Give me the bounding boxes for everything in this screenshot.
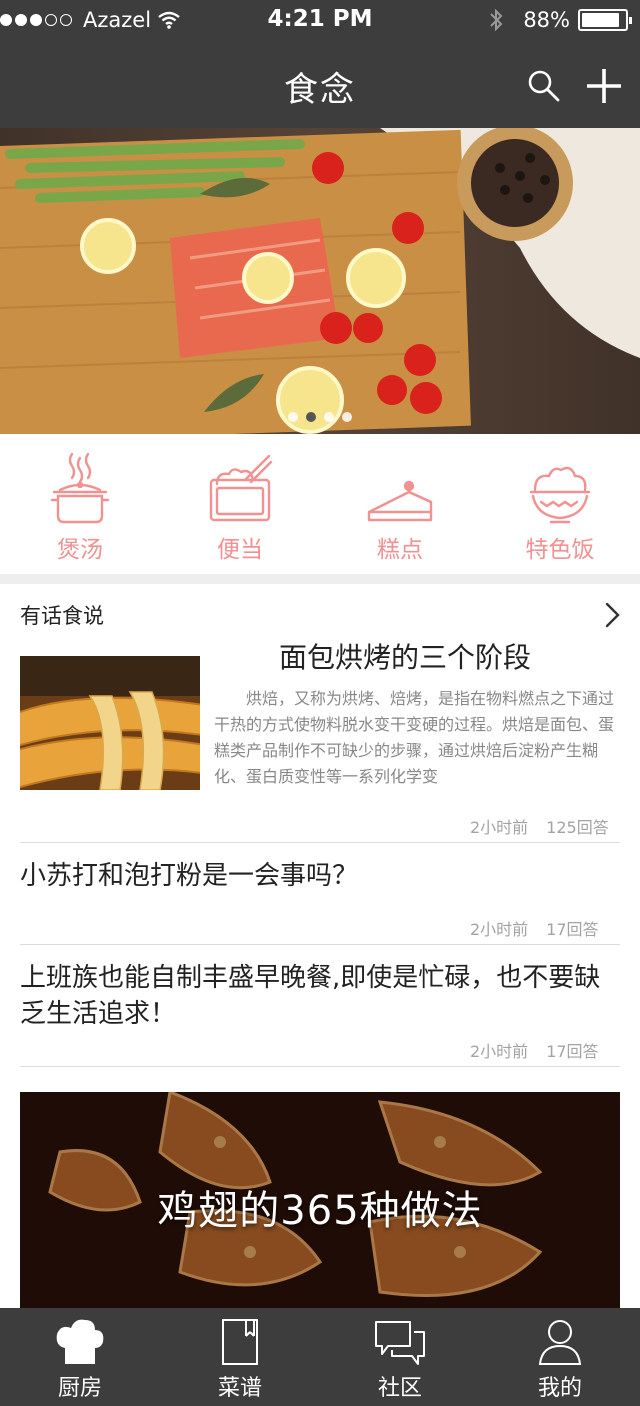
section-title: 有话食说 <box>20 604 104 628</box>
recipe-book-icon <box>222 1319 258 1365</box>
search-icon[interactable] <box>526 68 562 104</box>
carousel-dot[interactable] <box>342 412 352 422</box>
post-title[interactable]: 小苏打和泡打粉是一会事吗？ <box>20 858 620 894</box>
post-answers: 125回答 <box>546 818 609 837</box>
tab-label: 我的 <box>537 1376 582 1401</box>
bluetooth-icon <box>490 8 503 32</box>
post-meta: 2小时前 17回答 <box>470 916 599 940</box>
status-bar: Azazel 4:21 PM 88% <box>0 0 640 42</box>
user-icon <box>538 1320 582 1365</box>
soup-pot-icon <box>50 452 110 524</box>
post-time: 2小时前 <box>470 1042 529 1061</box>
post-answers: 17回答 <box>546 920 599 939</box>
featured-post-meta: 2小时前 125回答 <box>470 814 609 838</box>
tab-community[interactable]: 社区 <box>320 1308 480 1406</box>
cake-slice-icon <box>367 480 433 522</box>
post-meta: 2小时前 17回答 <box>470 1038 599 1062</box>
carousel-indicators[interactable] <box>0 412 640 422</box>
post-answers: 17回答 <box>546 1042 599 1061</box>
divider <box>20 842 620 843</box>
chat-bubbles-icon <box>375 1321 425 1365</box>
category-soup[interactable]: 煲汤 <box>0 452 160 572</box>
tab-profile[interactable]: 我的 <box>480 1308 640 1406</box>
carousel-dot[interactable] <box>324 412 334 422</box>
battery-icon <box>578 9 632 31</box>
tab-kitchen[interactable]: 厨房 <box>0 1308 160 1406</box>
promo-card[interactable]: 鸡翅的365种做法 <box>20 1092 620 1308</box>
category-label: 糕点 <box>377 537 423 563</box>
chef-hat-icon <box>56 1319 104 1364</box>
rice-bowl-icon <box>529 466 591 524</box>
battery-percent: 88% <box>523 8 570 32</box>
bento-box-icon <box>209 454 273 522</box>
chevron-right-icon[interactable] <box>604 602 620 628</box>
post-time: 2小时前 <box>470 818 529 837</box>
carousel-dot[interactable] <box>288 412 298 422</box>
section-divider <box>0 574 640 584</box>
featured-post-image[interactable] <box>20 656 200 790</box>
banner-image <box>0 128 640 434</box>
category-bento[interactable]: 便当 <box>160 452 320 572</box>
category-label: 煲汤 <box>57 537 103 563</box>
category-label: 便当 <box>217 537 263 563</box>
category-rice[interactable]: 特色饭 <box>480 452 640 572</box>
tab-label: 厨房 <box>57 1376 102 1401</box>
divider <box>20 1066 620 1067</box>
top-bar: Azazel 4:21 PM 88% 食念 <box>0 0 640 128</box>
tab-label: 社区 <box>377 1376 422 1401</box>
category-label: 特色饭 <box>525 537 595 563</box>
bottom-tab-bar: 厨房 菜谱 社区 我的 <box>0 1308 640 1406</box>
plus-icon[interactable] <box>584 66 624 106</box>
category-cake[interactable]: 糕点 <box>320 452 480 572</box>
post-time: 2小时前 <box>470 920 529 939</box>
promo-title: 鸡翅的365种做法 <box>157 1188 483 1234</box>
post-title[interactable]: 上班族也能自制丰盛早晚餐,即使是忙碌，也不要缺乏生活追求！ <box>20 960 620 1032</box>
bread-image <box>20 656 200 790</box>
tab-label: 菜谱 <box>217 1376 262 1401</box>
battery-fill <box>582 13 619 27</box>
featured-post-title[interactable]: 面包烘烤的三个阶段 <box>200 636 610 676</box>
tab-recipes[interactable]: 菜谱 <box>160 1308 320 1406</box>
category-grid: 煲汤 便当 糕点 特色饭 <box>0 434 640 574</box>
carousel-dot[interactable] <box>306 412 316 422</box>
status-right: 88% <box>489 8 632 32</box>
banner-carousel[interactable] <box>0 128 640 434</box>
featured-post-excerpt: 烘焙，又称为烘烤、焙烤，是指在物料燃点之下通过干热的方式使物料脱水变干变硬的过程… <box>214 689 615 786</box>
divider <box>20 944 620 945</box>
